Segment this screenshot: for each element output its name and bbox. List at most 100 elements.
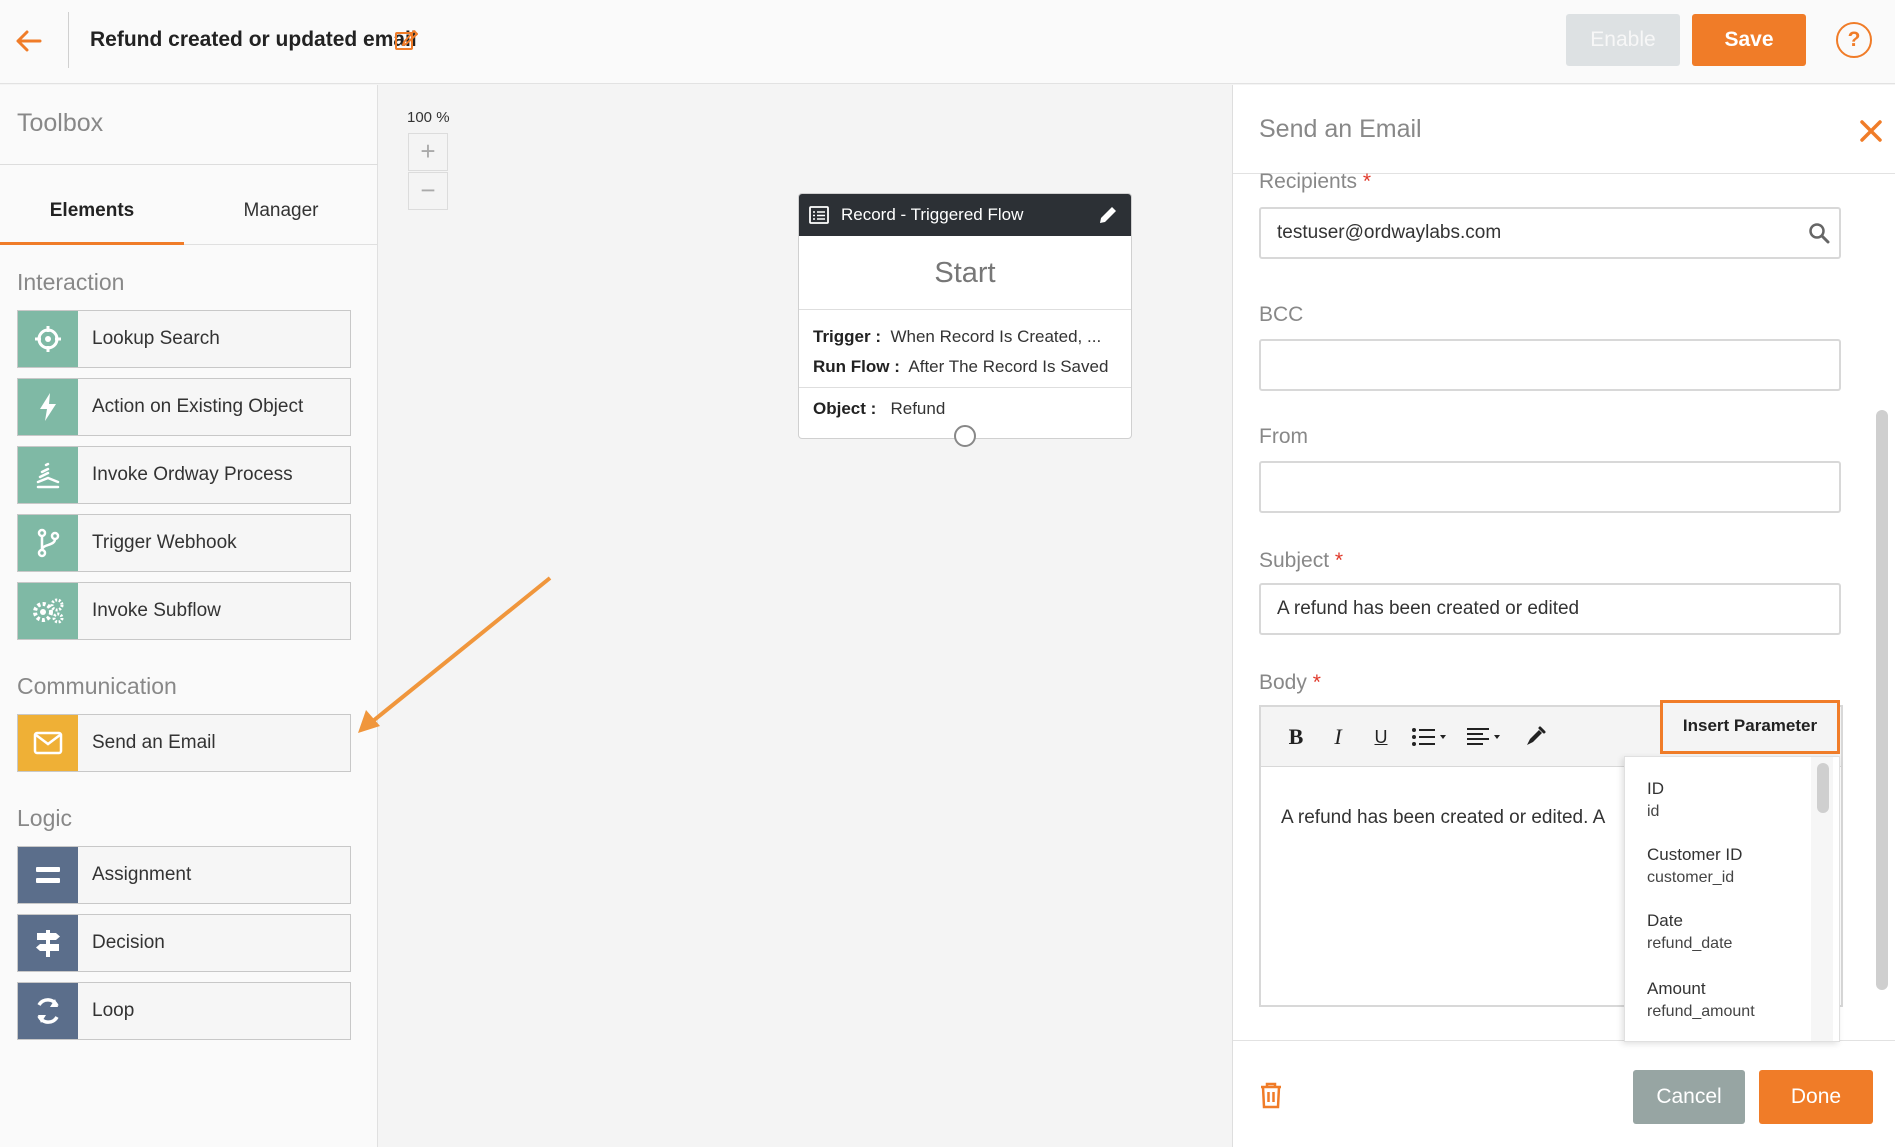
element-label: Invoke Subflow [92, 600, 221, 621]
zoom-level: 100 % [407, 109, 450, 126]
signpost-icon [18, 915, 78, 971]
dropdown-scrollbar[interactable] [1817, 763, 1829, 813]
lightning-icon [18, 379, 78, 435]
element-label: Lookup Search [92, 328, 220, 349]
node-divider [799, 387, 1131, 388]
element-loop[interactable]: Loop [17, 982, 351, 1040]
align-button[interactable] [1463, 721, 1507, 753]
help-icon[interactable]: ? [1836, 22, 1872, 58]
parameter-dropdown: ID id Customer ID customer_id Date refun… [1624, 756, 1840, 1042]
element-action-on-existing-object[interactable]: Action on Existing Object [17, 378, 351, 436]
element-label: Assignment [92, 864, 192, 885]
envelope-icon [18, 715, 78, 771]
element-label: Invoke Ordway Process [92, 464, 293, 485]
run-flow-value: After The Record Is Saved [908, 357, 1109, 376]
webhook-icon [18, 515, 78, 571]
element-label: Decision [92, 932, 165, 953]
arrow-left-icon [16, 30, 42, 52]
toolbox-panel: Toolbox Elements Manager Interaction Loo… [0, 85, 378, 1147]
element-label: Trigger Webhook [92, 532, 237, 553]
subject-input[interactable] [1259, 583, 1841, 635]
toolbox-tabs: Elements Manager [0, 195, 378, 245]
element-assignment[interactable]: Assignment [17, 846, 351, 904]
insert-parameter-button[interactable]: Insert Parameter [1660, 700, 1840, 754]
panel-scrollbar[interactable] [1876, 410, 1888, 990]
element-lookup-search[interactable]: Lookup Search [17, 310, 351, 368]
tab-manager[interactable]: Manager [184, 195, 378, 245]
cancel-button[interactable]: Cancel [1633, 1070, 1745, 1124]
zoom-in-button[interactable]: + [408, 133, 448, 171]
crosshair-icon [18, 311, 78, 367]
node-trigger-row: Trigger : When Record Is Created, ... [813, 327, 1101, 347]
trigger-value: When Record Is Created, ... [890, 327, 1102, 346]
object-label: Object : [813, 399, 877, 418]
done-button[interactable]: Done [1759, 1070, 1873, 1124]
bold-button[interactable]: B [1281, 721, 1311, 753]
flow-start-node[interactable]: Record - Triggered Flow Start Trigger : … [798, 193, 1132, 447]
pencil-icon[interactable] [1097, 204, 1119, 226]
close-icon[interactable] [1857, 117, 1885, 145]
from-input[interactable] [1259, 461, 1841, 513]
align-left-icon [1467, 728, 1500, 745]
section-communication: Communication [17, 673, 177, 699]
italic-button[interactable]: I [1323, 721, 1353, 753]
parameter-option[interactable]: ID id [1647, 779, 1664, 821]
parameter-option[interactable]: Customer ID customer_id [1647, 845, 1742, 887]
edit-title-button[interactable] [394, 28, 420, 54]
element-trigger-webhook[interactable]: Trigger Webhook [17, 514, 351, 572]
node-run-flow-row: Run Flow : After The Record Is Saved [813, 357, 1108, 377]
parameter-option[interactable]: Amount refund_amount [1647, 979, 1755, 1021]
trigger-label: Trigger : [813, 327, 882, 346]
node-header: Record - Triggered Flow [799, 194, 1131, 236]
header-divider [68, 12, 69, 68]
annotation-arrow [358, 576, 552, 733]
save-button[interactable]: Save [1692, 14, 1806, 66]
list-button[interactable] [1409, 721, 1453, 753]
edit-icon [395, 30, 418, 50]
from-label: From [1259, 425, 1308, 448]
panel-title: Send an Email [1259, 115, 1422, 143]
back-button[interactable] [12, 24, 46, 58]
body-label: Body * [1259, 671, 1321, 694]
parameter-option[interactable]: Date refund_date [1647, 911, 1732, 953]
top-bar: Refund created or updated email Enable S… [0, 0, 1895, 84]
zoom-out-button[interactable]: − [408, 172, 448, 210]
process-icon [18, 447, 78, 503]
flow-title: Refund created or updated email [90, 28, 417, 51]
trash-icon[interactable] [1259, 1081, 1283, 1109]
element-invoke-subflow[interactable]: Invoke Subflow [17, 582, 351, 640]
element-decision[interactable]: Decision [17, 914, 351, 972]
list-icon [809, 206, 829, 224]
run-flow-label: Run Flow : [813, 357, 900, 376]
enable-button[interactable]: Enable [1566, 14, 1680, 66]
toolbox-divider [0, 164, 378, 165]
section-interaction: Interaction [17, 269, 125, 295]
recipients-label: Recipients * [1259, 170, 1372, 193]
node-output-port[interactable] [954, 425, 976, 447]
element-label: Action on Existing Object [92, 396, 304, 417]
bullet-list-icon [1412, 728, 1446, 746]
node-object-row: Object : Refund [813, 399, 945, 419]
bcc-input[interactable] [1259, 339, 1841, 391]
recipients-input[interactable] [1259, 207, 1841, 259]
tab-elements[interactable]: Elements [0, 195, 184, 245]
element-label: Send an Email [92, 732, 216, 753]
color-button[interactable] [1519, 721, 1551, 753]
object-value: Refund [890, 399, 946, 418]
node-start-label: Start [799, 236, 1131, 310]
element-invoke-ordway-process[interactable]: Invoke Ordway Process [17, 446, 351, 504]
element-label: Loop [92, 1000, 135, 1021]
underline-button[interactable]: U [1366, 721, 1396, 753]
node-header-title: Record - Triggered Flow [841, 205, 1024, 224]
element-send-an-email[interactable]: Send an Email [17, 714, 351, 772]
search-icon[interactable] [1808, 222, 1830, 244]
loop-icon [18, 983, 78, 1039]
gears-icon [18, 583, 78, 639]
body-text[interactable]: A refund has been created or edited. A [1281, 807, 1611, 829]
subject-label: Subject * [1259, 549, 1344, 572]
equals-icon [18, 847, 78, 903]
bcc-label: BCC [1259, 303, 1304, 326]
section-logic: Logic [17, 805, 72, 831]
brush-icon [1527, 726, 1546, 745]
toolbox-title: Toolbox [17, 109, 104, 137]
